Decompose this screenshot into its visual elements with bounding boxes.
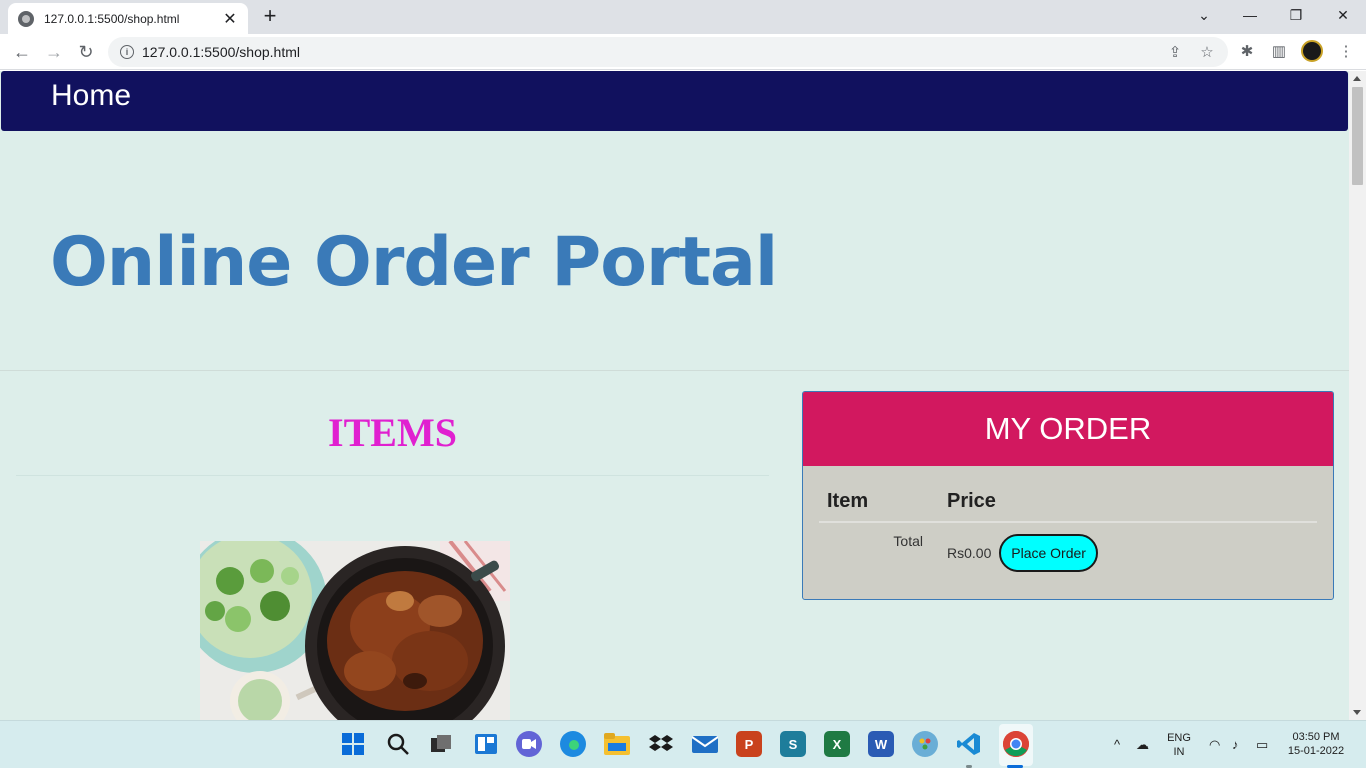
total-cell: Rs0.00 Place Order	[939, 522, 1317, 582]
items-divider	[16, 475, 769, 476]
browser-tabbar: 127.0.0.1:5500/shop.html ✕ + ⌄ — ❐ ✕	[0, 0, 1366, 34]
scroll-thumb[interactable]	[1352, 87, 1363, 185]
powerpoint-icon[interactable]: P	[736, 731, 762, 757]
new-tab-button[interactable]: +	[258, 5, 282, 29]
divider	[0, 370, 1349, 371]
scroll-down-arrow[interactable]	[1353, 710, 1361, 715]
clock-date: 15-01-2022	[1287, 745, 1345, 757]
clock[interactable]: 03:50 PM 15-01-2022	[1281, 730, 1351, 758]
paint-icon[interactable]	[912, 731, 938, 757]
order-title: MY ORDER	[984, 411, 1152, 446]
tab-title: 127.0.0.1:5500/shop.html	[44, 11, 180, 26]
forward-button[interactable]: →	[42, 40, 66, 64]
page-title: Online Order Portal	[50, 223, 778, 302]
browser-toolbar: ← → ↻ i 127.0.0.1:5500/shop.html ⇪ ☆ ✱ ▥…	[0, 34, 1366, 70]
bookmark-star-icon[interactable]: ☆	[1198, 44, 1216, 62]
edge-browser-icon[interactable]	[560, 731, 586, 757]
file-explorer-icon[interactable]	[604, 731, 630, 757]
url-text: 127.0.0.1:5500/shop.html	[142, 44, 301, 60]
tab-search-icon[interactable]: ⌄	[1181, 0, 1227, 30]
windows-taskbar: P S X W ^ ☁ ENG IN ◠ ♪ ▭ 03:50 PM 15-01-…	[0, 720, 1366, 768]
vscode-icon[interactable]	[956, 731, 982, 757]
minimize-button[interactable]: —	[1227, 0, 1273, 30]
clock-time: 03:50 PM	[1292, 731, 1340, 743]
food-item-image[interactable]	[200, 541, 510, 720]
globe-icon	[18, 10, 34, 27]
task-view-icon[interactable]	[428, 731, 454, 757]
region-code: IN	[1173, 746, 1185, 758]
close-window-button[interactable]: ✕	[1320, 0, 1366, 30]
teams-chat-icon[interactable]	[516, 731, 542, 757]
windows-start-icon[interactable]	[340, 731, 366, 757]
restore-button[interactable]: ❐	[1273, 0, 1319, 30]
back-button[interactable]: ←	[10, 40, 34, 64]
order-card-header: MY ORDER	[803, 392, 1333, 466]
tray-chevron-icon[interactable]: ^	[1114, 737, 1120, 752]
widgets-icon[interactable]	[473, 731, 499, 757]
language-code: ENG	[1167, 732, 1191, 744]
reload-button[interactable]: ↻	[74, 40, 98, 64]
battery-icon[interactable]: ▭	[1256, 737, 1268, 753]
mail-icon[interactable]	[692, 731, 718, 757]
order-card: MY ORDER Item Price Total Rs0.00 Place O…	[802, 391, 1334, 600]
items-heading: ITEMS	[328, 410, 457, 455]
browser-tab[interactable]: 127.0.0.1:5500/shop.html ✕	[8, 3, 248, 34]
word-icon[interactable]: W	[868, 731, 894, 757]
language-indicator[interactable]: ENG IN	[1163, 731, 1195, 759]
nav-home-link[interactable]: Home	[51, 79, 131, 113]
order-table-header-row: Item Price	[819, 480, 1317, 523]
site-navbar: Home	[1, 71, 1348, 131]
onedrive-cloud-icon[interactable]: ☁	[1136, 737, 1149, 753]
col-header-item: Item	[819, 480, 939, 523]
extensions-icon[interactable]: ✱	[1237, 42, 1257, 62]
app-s-icon[interactable]: S	[780, 731, 806, 757]
chrome-icon[interactable]	[1003, 731, 1029, 757]
site-info-icon[interactable]: i	[120, 45, 134, 59]
page-scrollbar[interactable]	[1349, 71, 1366, 720]
col-header-price: Price	[939, 480, 1317, 523]
dropbox-icon[interactable]	[648, 731, 674, 757]
order-table: Item Price Total Rs0.00 Place Order	[819, 480, 1317, 582]
share-icon[interactable]: ⇪	[1166, 44, 1184, 62]
wifi-icon[interactable]: ◠	[1209, 737, 1220, 753]
scroll-up-arrow[interactable]	[1353, 76, 1361, 81]
total-label: Total	[893, 533, 923, 549]
excel-icon[interactable]: X	[824, 731, 850, 757]
page-viewport: Home Online Order Portal ITEMS MY ORDER …	[0, 71, 1349, 720]
menu-icon[interactable]: ⋮	[1336, 42, 1356, 62]
search-icon[interactable]	[385, 731, 411, 757]
total-row: Total Rs0.00 Place Order	[819, 522, 1317, 582]
address-bar[interactable]: i 127.0.0.1:5500/shop.html ⇪ ☆	[108, 37, 1228, 67]
total-value: Rs0.00	[947, 545, 992, 561]
order-card-body: Item Price Total Rs0.00 Place Order	[803, 466, 1333, 596]
tab-close-icon[interactable]: ✕	[222, 9, 238, 29]
profile-avatar[interactable]	[1301, 40, 1323, 62]
place-order-button[interactable]: Place Order	[999, 534, 1098, 572]
side-panel-icon[interactable]: ▥	[1269, 42, 1289, 62]
roast-chicken-image	[200, 541, 510, 720]
volume-icon[interactable]: ♪	[1232, 737, 1239, 752]
